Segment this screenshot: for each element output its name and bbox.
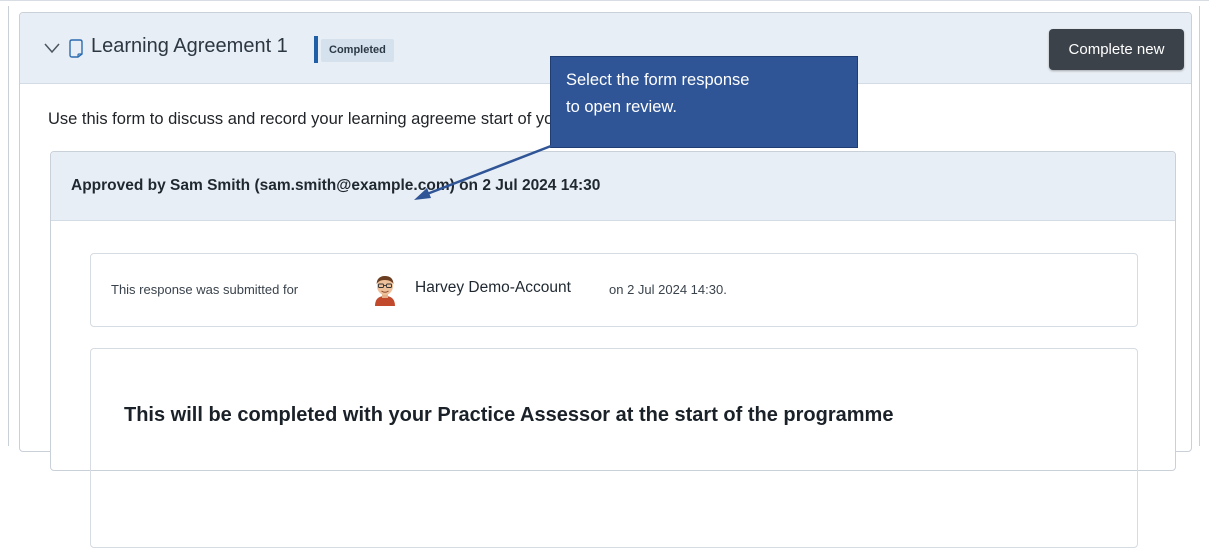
form-heading: This will be completed with your Practic… <box>124 404 894 426</box>
approval-title[interactable]: Approved by Sam Smith (sam.smith@example… <box>71 177 600 195</box>
form-content: This will be completed with your Practic… <box>90 348 1138 548</box>
submission-info: This response was submitted for Harvey D… <box>90 253 1138 327</box>
form-response-header[interactable]: Approved by Sam Smith (sam.smith@example… <box>51 152 1175 221</box>
top-divider <box>0 0 1209 1</box>
status-accent-bar <box>314 36 318 63</box>
chevron-down-icon[interactable] <box>43 39 61 57</box>
section-title[interactable]: Learning Agreement 1 <box>91 35 288 58</box>
complete-new-button[interactable]: Complete new <box>1049 29 1184 70</box>
status-badge: Completed <box>321 39 394 62</box>
document-icon <box>69 39 83 58</box>
instruction-callout: Select the form response to open review. <box>550 56 858 148</box>
form-response-panel[interactable]: Approved by Sam Smith (sam.smith@example… <box>50 151 1176 548</box>
submission-prefix: This response was submitted for <box>111 282 299 297</box>
submitted-for-name: Harvey Demo-Account <box>415 279 571 296</box>
callout-line-1: Select the form response <box>566 71 750 89</box>
avatar <box>375 276 395 306</box>
callout-line-2: to open review. <box>566 98 677 116</box>
submission-date: on 2 Jul 2024 14:30. <box>609 282 727 297</box>
